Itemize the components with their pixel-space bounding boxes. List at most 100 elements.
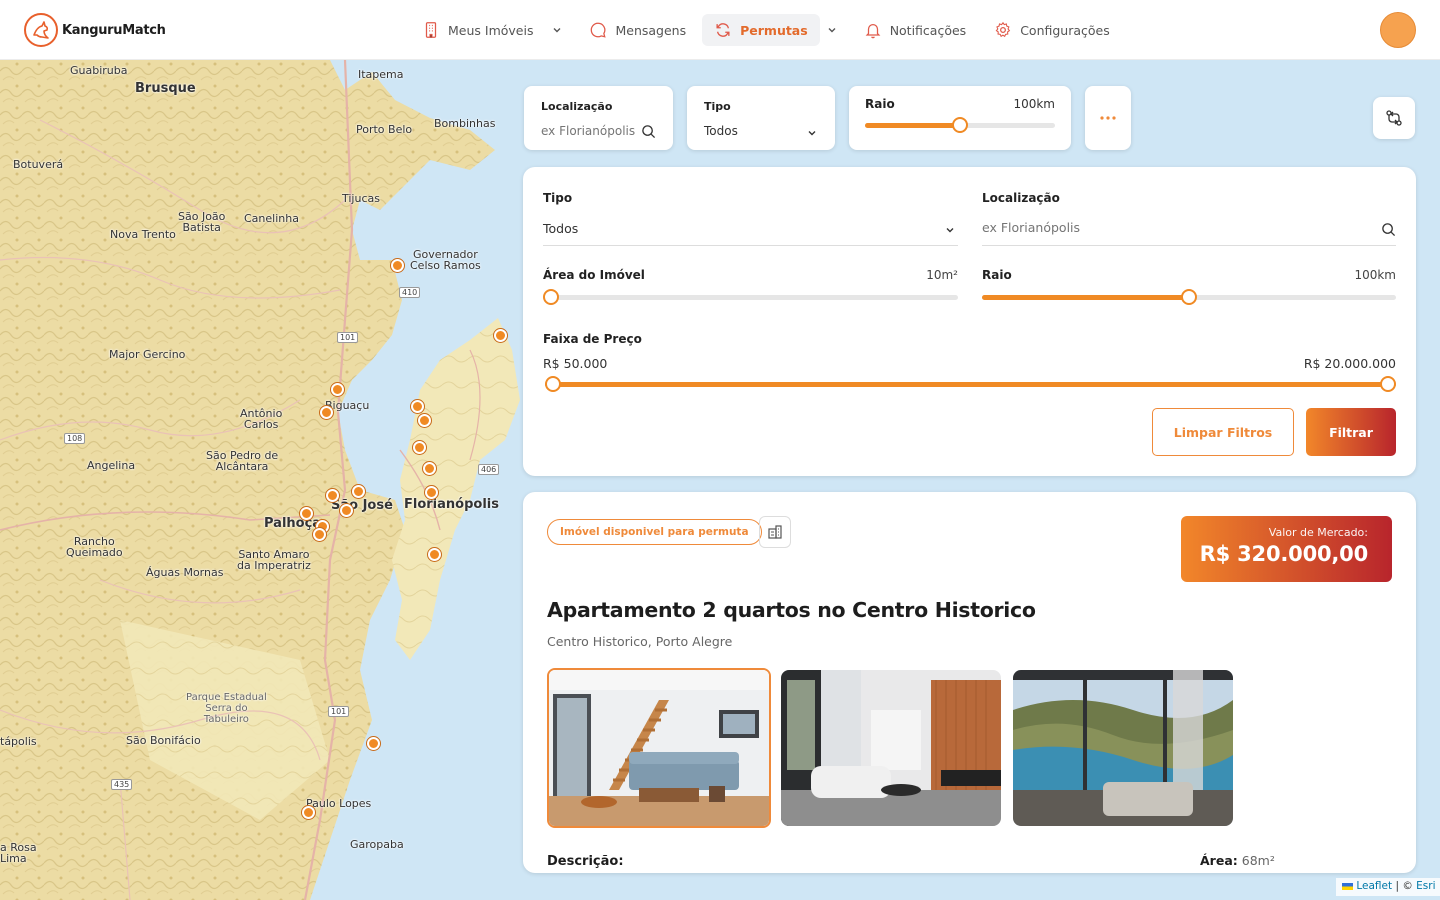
topbar-radius-label: Raio [865,97,895,111]
map-label: Parque Estadual Serra do Tabuleiro [186,692,267,725]
filter-radius-slider[interactable] [982,289,1396,305]
buildings-icon [768,525,782,539]
bell-icon [865,23,881,39]
map-marker[interactable] [428,548,441,561]
map-label: Porto Belo [356,123,413,136]
map-label: Águas Mornas [146,566,224,579]
map-marker[interactable] [425,486,438,499]
search-icon[interactable] [641,124,656,139]
map-marker[interactable] [391,259,404,272]
description-label: Descrição: [547,854,624,869]
map-label: São Pedro de Alcântara [206,449,279,473]
road-shield: 406 [478,464,500,475]
chevron-down-icon[interactable] [806,127,818,139]
filter-price-label: Faixa de Preço [543,332,642,346]
map-marker[interactable] [313,528,326,541]
filter-price-slider[interactable] [545,376,1396,392]
filter-area-label: Área do Imóvel [543,268,645,282]
road-shield: 101 [328,706,350,717]
market-value-label: Valor de Mercado: [1268,526,1368,539]
listing-photo[interactable] [547,668,771,828]
topbar-type-select[interactable]: Todos [704,124,738,138]
topbar-type-card[interactable]: Tipo Todos [687,86,835,150]
nav-notificacoes[interactable]: Notificações [852,14,979,46]
map-label: São João Batista [178,210,226,234]
refresh-icon [716,23,730,37]
topbar-radius-slider[interactable] [865,117,1055,133]
slider-fill [545,382,1396,387]
map-marker[interactable] [352,485,365,498]
chevron-down-icon [946,228,954,233]
map-label: Paulo Lopes [306,797,372,810]
listing-detail-card: Imóvel disponivel para permuta Valor de … [523,492,1416,873]
map-marker[interactable] [423,462,436,475]
filter-type-select[interactable]: Todos [543,212,958,246]
map-marker[interactable] [326,489,339,502]
map-label: Angelina [87,459,136,472]
nav-meus-imoveis[interactable]: Meus Imóveis [410,14,545,46]
listing-photo[interactable] [781,670,1001,826]
map-marker[interactable] [331,383,344,396]
map-marker[interactable] [302,806,315,819]
building-icon [425,22,437,38]
map-marker[interactable] [320,406,333,419]
road-shield: 101 [337,332,359,343]
map-label: a Rosa Lima [0,841,37,865]
filter-area-slider[interactable] [543,289,958,305]
filter-panel: Tipo Todos Localização Área do Imóvel 10… [523,167,1416,476]
map-marker[interactable] [413,441,426,454]
slider-thumb-max[interactable] [1380,376,1396,392]
topbar-type-label: Tipo [704,100,731,113]
nav-label: Configurações [1020,22,1110,38]
map-marker[interactable] [411,400,424,413]
topbar-location-label: Localização [541,100,613,113]
topbar-radius-value: 100km [1013,97,1055,111]
nav-label: Permutas [740,22,808,38]
slider-thumb-min[interactable] [545,376,561,392]
main-nav: Meus Imóveis Mensagens Permutas Notifica… [410,14,1126,46]
building-type-button[interactable] [759,516,791,548]
chat-icon [591,22,607,38]
nav-permutas[interactable]: Permutas [702,14,820,46]
slider-thumb[interactable] [543,289,559,305]
filter-radius-label: Raio [982,268,1012,282]
map-marker[interactable] [340,504,353,517]
nav-mensagens[interactable]: Mensagens [577,14,698,46]
nav-label: Mensagens [615,22,687,38]
search-icon[interactable] [1381,222,1396,237]
esri-link[interactable]: Esri [1416,880,1435,892]
market-value: R$ 320.000,00 [1199,542,1369,566]
map-label: Antônio Carlos [240,407,283,431]
map-label: Florianópolis [404,497,499,512]
map-label: Tijucas [342,192,380,205]
map-label: Guabiruba [70,64,128,77]
more-options-button[interactable] [1085,86,1131,150]
map-marker[interactable] [418,414,431,427]
map-marker[interactable] [494,329,507,342]
app-name: KanguruMatch [62,22,166,38]
slider-thumb[interactable] [952,117,968,133]
gear-icon [995,21,1011,38]
avatar[interactable] [1380,12,1416,48]
attribution-separator: | © [1392,880,1417,892]
leaflet-link[interactable]: Leaflet [1356,880,1392,892]
map-marker[interactable] [367,737,380,750]
topbar-radius-card: Raio 100km [849,86,1071,150]
topbar-location-input[interactable] [541,124,641,138]
map-label: Botuverá [13,158,64,171]
map-label: Palhoça [264,516,322,531]
slider-thumb[interactable] [1181,289,1197,305]
filter-type-label: Tipo [543,191,573,205]
map-label: São Bonifácio [126,734,201,747]
listing-photo[interactable] [1013,670,1233,826]
filter-location-input[interactable] [982,220,1362,235]
chevron-down-icon[interactable] [826,24,838,36]
apply-filter-button[interactable]: Filtrar [1306,408,1396,456]
nav-configuracoes[interactable]: Configurações [982,14,1122,46]
map-marker[interactable] [300,507,313,520]
clear-filters-button[interactable]: Limpar Filtros [1152,408,1294,456]
filter-type-value: Todos [543,221,579,236]
logo[interactable]: KanguruMatch [24,13,166,47]
swap-view-button[interactable] [1373,97,1415,139]
chevron-down-icon[interactable] [551,24,563,36]
